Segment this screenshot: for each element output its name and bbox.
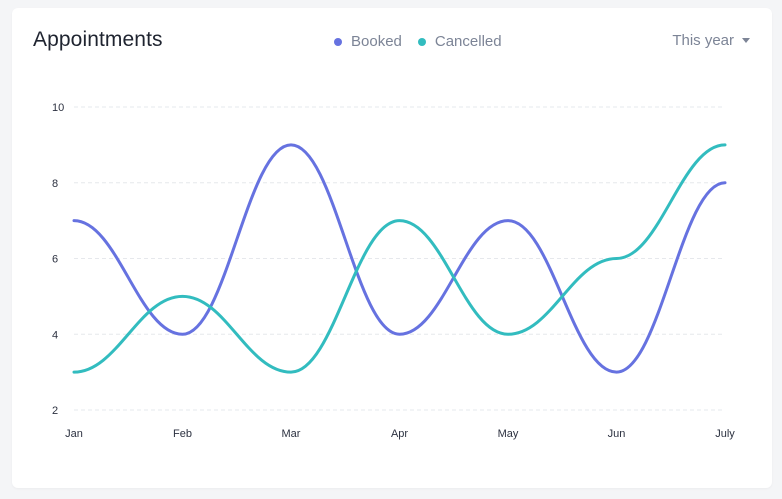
x-tick-label: July <box>715 428 735 440</box>
x-tick-label: Jun <box>608 428 626 440</box>
y-tick-label: 8 <box>52 178 58 190</box>
x-tick-label: Feb <box>173 428 192 440</box>
y-tick-label: 6 <box>52 254 58 266</box>
y-tick-label: 2 <box>52 405 58 417</box>
x-tick-label: Apr <box>391 428 408 440</box>
y-tick-label: 10 <box>52 102 64 114</box>
x-tick-label: May <box>498 428 519 440</box>
appointments-card: Appointments Booked Cancelled This year … <box>12 8 772 488</box>
y-tick-label: 4 <box>52 329 58 341</box>
line-chart: 2 4 6 8 10 Jan Feb Mar Apr May Jun July <box>52 102 735 440</box>
x-tick-label: Jan <box>65 428 83 440</box>
x-tick-label: Mar <box>282 428 301 440</box>
